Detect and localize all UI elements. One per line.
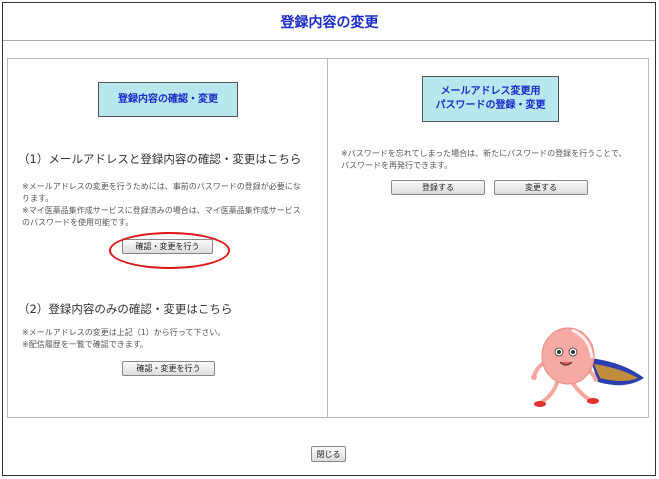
section1-note-line: ります。: [22, 194, 54, 203]
mascot-body: [541, 327, 595, 385]
highlight-oval: [109, 232, 230, 269]
section1-note-line: ※メールアドレスの変更を行うためには、事前のパスワードの登録が必要にな: [22, 182, 301, 191]
password-note-line: パスワードを再発行できます。: [341, 161, 453, 170]
section2-note-line: ※配信履歴を一覧で確認できます。: [22, 340, 148, 349]
title-divider: [3, 40, 655, 41]
section1-heading: （1）メールアドレスと登録内容の確認・変更はこちら: [18, 152, 302, 166]
left-panel: 登録内容の確認・変更 （1）メールアドレスと登録内容の確認・変更はこちら ※メー…: [7, 58, 328, 418]
register-button[interactable]: 登録する: [391, 180, 485, 195]
close-button[interactable]: 閉じる: [311, 446, 346, 462]
section2-note-line: ※メールアドレスの変更は上記（1）から行って下さい。: [22, 328, 226, 337]
password-box-line: メールアドレス変更用: [440, 86, 541, 97]
password-box-line: パスワードの登録・変更: [435, 100, 546, 111]
password-note-line: ※パスワードを忘れてしまった場合は、新たにパスワードの登録を行うことで、: [341, 149, 627, 158]
pill-mascot-icon: [531, 327, 644, 407]
change-button[interactable]: 変更する: [494, 180, 588, 195]
section1-note-line: ※マイ医薬品集作成サービスに登録済みの場合は、マイ医薬品集作成サービス: [22, 206, 301, 215]
section2-heading: （2）登録内容のみの確認・変更はこちら: [18, 302, 233, 316]
section1-note-line: のパスワードを使用可能です。: [22, 218, 134, 227]
password-box: メールアドレス変更用 パスワードの登録・変更: [422, 76, 559, 122]
page-title: 登録内容の変更: [280, 15, 379, 31]
confirm-change-button-2[interactable]: 確認・変更を行う: [122, 361, 215, 376]
confirm-change-box: 登録内容の確認・変更: [98, 82, 238, 117]
